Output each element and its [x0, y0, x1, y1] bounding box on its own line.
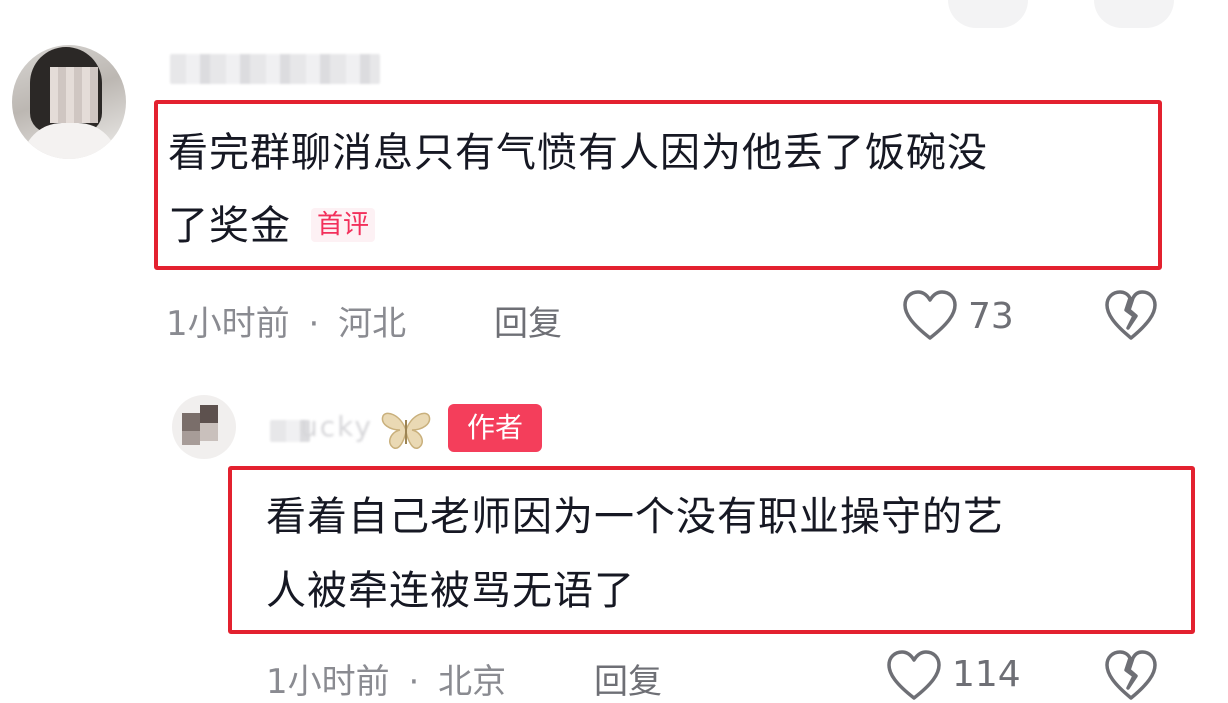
broken-heart-icon[interactable]	[1104, 290, 1158, 342]
heart-outline-icon[interactable]	[886, 650, 942, 702]
broken-heart-icon[interactable]	[1104, 650, 1158, 702]
like-count: 114	[952, 654, 1021, 695]
comment-text-line: 人被牵连被骂无语了	[266, 568, 635, 614]
butterfly-icon	[381, 412, 431, 449]
username[interactable]: ucky	[300, 410, 373, 443]
reply-button[interactable]: 回复	[494, 296, 562, 345]
like-count: 73	[968, 296, 1014, 337]
avatar[interactable]	[172, 395, 236, 459]
faded-header-shape	[948, 0, 1028, 28]
comment-text-line: 看完群聊消息只有气愤有人因为他丢了饭碗没	[168, 130, 988, 176]
reply-button[interactable]: 回复	[594, 654, 662, 703]
comment-location: 河北	[338, 304, 407, 344]
avatar[interactable]	[12, 45, 126, 159]
author-badge: 作者	[448, 404, 542, 452]
heart-outline-icon[interactable]	[902, 290, 958, 342]
meta-separator: ·	[308, 304, 320, 344]
first-comment-tag: 首评	[311, 208, 376, 242]
comment-meta: 1小时前 · 北京	[266, 654, 506, 703]
faded-header-shape	[1094, 0, 1174, 28]
comment-text: 看着自己老师因为一个没有职业操守的艺 人被牵连被骂无语了	[266, 478, 1004, 630]
comment-time: 1小时前	[266, 662, 390, 702]
comment-text-line: 看着自己老师因为一个没有职业操守的艺	[266, 494, 1004, 540]
comment-text: 看完群聊消息只有气愤有人因为他丢了饭碗没 了奖金 首评	[168, 114, 988, 265]
comment-time: 1小时前	[166, 304, 290, 344]
username-blurred[interactable]	[170, 54, 380, 84]
comment-text-line: 了奖金	[168, 203, 291, 249]
meta-separator: ·	[408, 662, 420, 702]
comment-location: 北京	[438, 662, 507, 702]
comment-meta: 1小时前 · 河北	[166, 296, 406, 345]
